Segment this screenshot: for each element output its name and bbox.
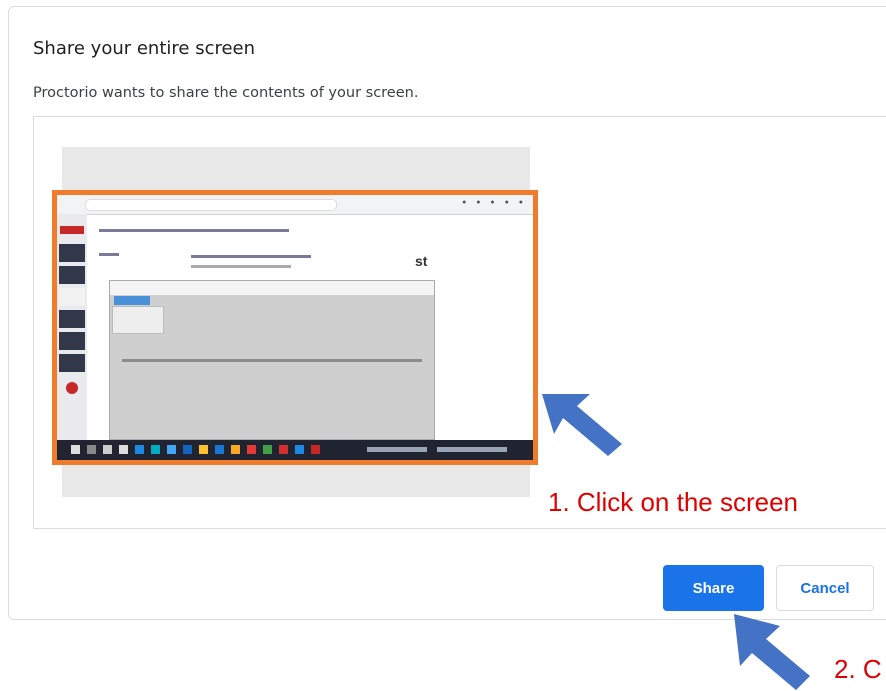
dialog-subtitle: Proctorio wants to share the contents of… bbox=[33, 85, 419, 101]
step1-annotation: 1. Click on the screen bbox=[548, 487, 799, 517]
thumbnail-toolbar-icons: ● ● ● ● ● bbox=[462, 199, 527, 206]
thumbnail-logo bbox=[60, 226, 84, 234]
step2-annotation: 2. C bbox=[834, 654, 882, 684]
share-button[interactable]: Share bbox=[663, 565, 764, 611]
arrow-to-share-icon bbox=[734, 614, 810, 690]
thumbnail-sidebar bbox=[57, 214, 87, 440]
thumbnail-taskbar bbox=[57, 440, 533, 460]
arrow-to-screen-icon bbox=[542, 394, 622, 456]
cancel-button[interactable]: Cancel bbox=[776, 565, 874, 611]
thumbnail-page-text: st bbox=[415, 253, 428, 269]
thumbnail-address-bar bbox=[85, 199, 337, 211]
thumbnail-inner-dialog bbox=[109, 280, 435, 440]
thumbnail-browser-toolbar: ● ● ● ● ● bbox=[57, 195, 533, 215]
dialog-title: Share your entire screen bbox=[33, 38, 256, 59]
entire-screen-thumbnail[interactable]: ● ● ● ● ● st bbox=[52, 190, 538, 465]
